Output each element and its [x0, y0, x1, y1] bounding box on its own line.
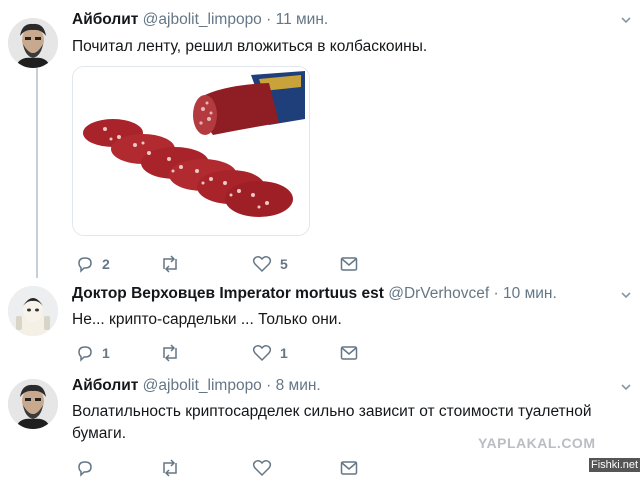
avatar-image	[8, 286, 58, 336]
retweet-icon	[163, 459, 177, 477]
chevron-down-icon[interactable]	[620, 381, 632, 393]
chevron-down-icon[interactable]	[620, 14, 632, 26]
retweet-button[interactable]	[160, 254, 188, 274]
like-count: 5	[280, 256, 288, 272]
separator-dot: ·	[266, 377, 272, 394]
avatar[interactable]	[8, 379, 58, 429]
tweet-1[interactable]: Айболит @ajbolit_limpopo · 11 мин. Почит…	[0, 0, 640, 280]
retweet-button[interactable]	[160, 458, 180, 478]
heart-icon	[252, 345, 272, 362]
tweet-actions: 1 1	[72, 343, 372, 363]
chevron-down-icon[interactable]	[620, 289, 632, 301]
avatar-image	[8, 379, 58, 429]
tweet-3[interactable]: Айболит @ajbolit_limpopo · 8 мин. Волати…	[0, 372, 640, 477]
retweet-icon	[163, 344, 177, 362]
reply-button[interactable]	[76, 458, 102, 478]
tweet-text: Почитал ленту, решил вложиться в колбаск…	[72, 38, 428, 55]
like-button[interactable]: 1	[252, 343, 288, 363]
envelope-icon	[340, 461, 358, 475]
reply-button[interactable]: 2	[76, 254, 110, 274]
user-handle[interactable]: @DrVerhovcef	[388, 285, 489, 302]
display-name[interactable]: Айболит	[72, 377, 138, 394]
tweet-text-line: Волатильность криптосарделек сильно зави…	[72, 403, 592, 420]
tweet-actions	[72, 458, 372, 478]
avatar-image	[8, 18, 58, 68]
attached-image[interactable]	[72, 66, 310, 236]
salami-image	[73, 67, 309, 235]
timestamp[interactable]: 10 мин.	[503, 285, 557, 302]
user-handle[interactable]: @ajbolit_limpopo	[143, 377, 262, 394]
tweet-header: Айболит @ajbolit_limpopo · 11 мин.	[72, 11, 328, 29]
reply-button[interactable]: 1	[76, 343, 110, 363]
display-name[interactable]: Айболит	[72, 11, 138, 28]
user-handle[interactable]: @ajbolit_limpopo	[143, 11, 262, 28]
envelope-icon	[340, 257, 358, 271]
tweet-actions: 2 5	[72, 254, 372, 274]
retweet-button[interactable]	[160, 343, 188, 363]
like-count: 1	[280, 345, 288, 361]
timestamp[interactable]: 8 мин.	[276, 377, 321, 394]
envelope-icon	[340, 346, 358, 360]
tweet-text: Не... крипто-сардельки ... Только они.	[72, 311, 342, 328]
reply-count: 1	[102, 345, 110, 361]
separator-dot: ·	[493, 285, 499, 302]
avatar[interactable]	[8, 286, 58, 336]
reply-icon	[78, 346, 92, 362]
reply-icon	[78, 257, 92, 273]
direct-message-button[interactable]	[340, 254, 358, 274]
reply-count: 2	[102, 256, 110, 272]
like-button[interactable]	[252, 458, 272, 478]
retweet-icon	[163, 255, 177, 273]
tweet-header: Доктор Верховцев Imperator mortuus est @…	[72, 285, 557, 303]
direct-message-button[interactable]	[340, 343, 358, 363]
direct-message-button[interactable]	[340, 458, 358, 478]
like-button[interactable]: 5	[252, 254, 288, 274]
heart-icon	[252, 460, 272, 477]
tweet-header: Айболит @ajbolit_limpopo · 8 мин.	[72, 377, 321, 395]
heart-icon	[252, 256, 272, 273]
timestamp[interactable]: 11 мин.	[276, 11, 329, 28]
reply-icon	[78, 461, 92, 477]
separator-dot: ·	[266, 11, 272, 28]
avatar[interactable]	[8, 18, 58, 68]
display-name[interactable]: Доктор Верховцев Imperator mortuus est	[72, 285, 384, 302]
tweet-2[interactable]: Доктор Верховцев Imperator mortuus est @…	[0, 280, 640, 372]
fishki-watermark: Fishki.net	[589, 458, 640, 472]
yaplakal-watermark: YAPLAKAL.COM	[478, 435, 596, 451]
